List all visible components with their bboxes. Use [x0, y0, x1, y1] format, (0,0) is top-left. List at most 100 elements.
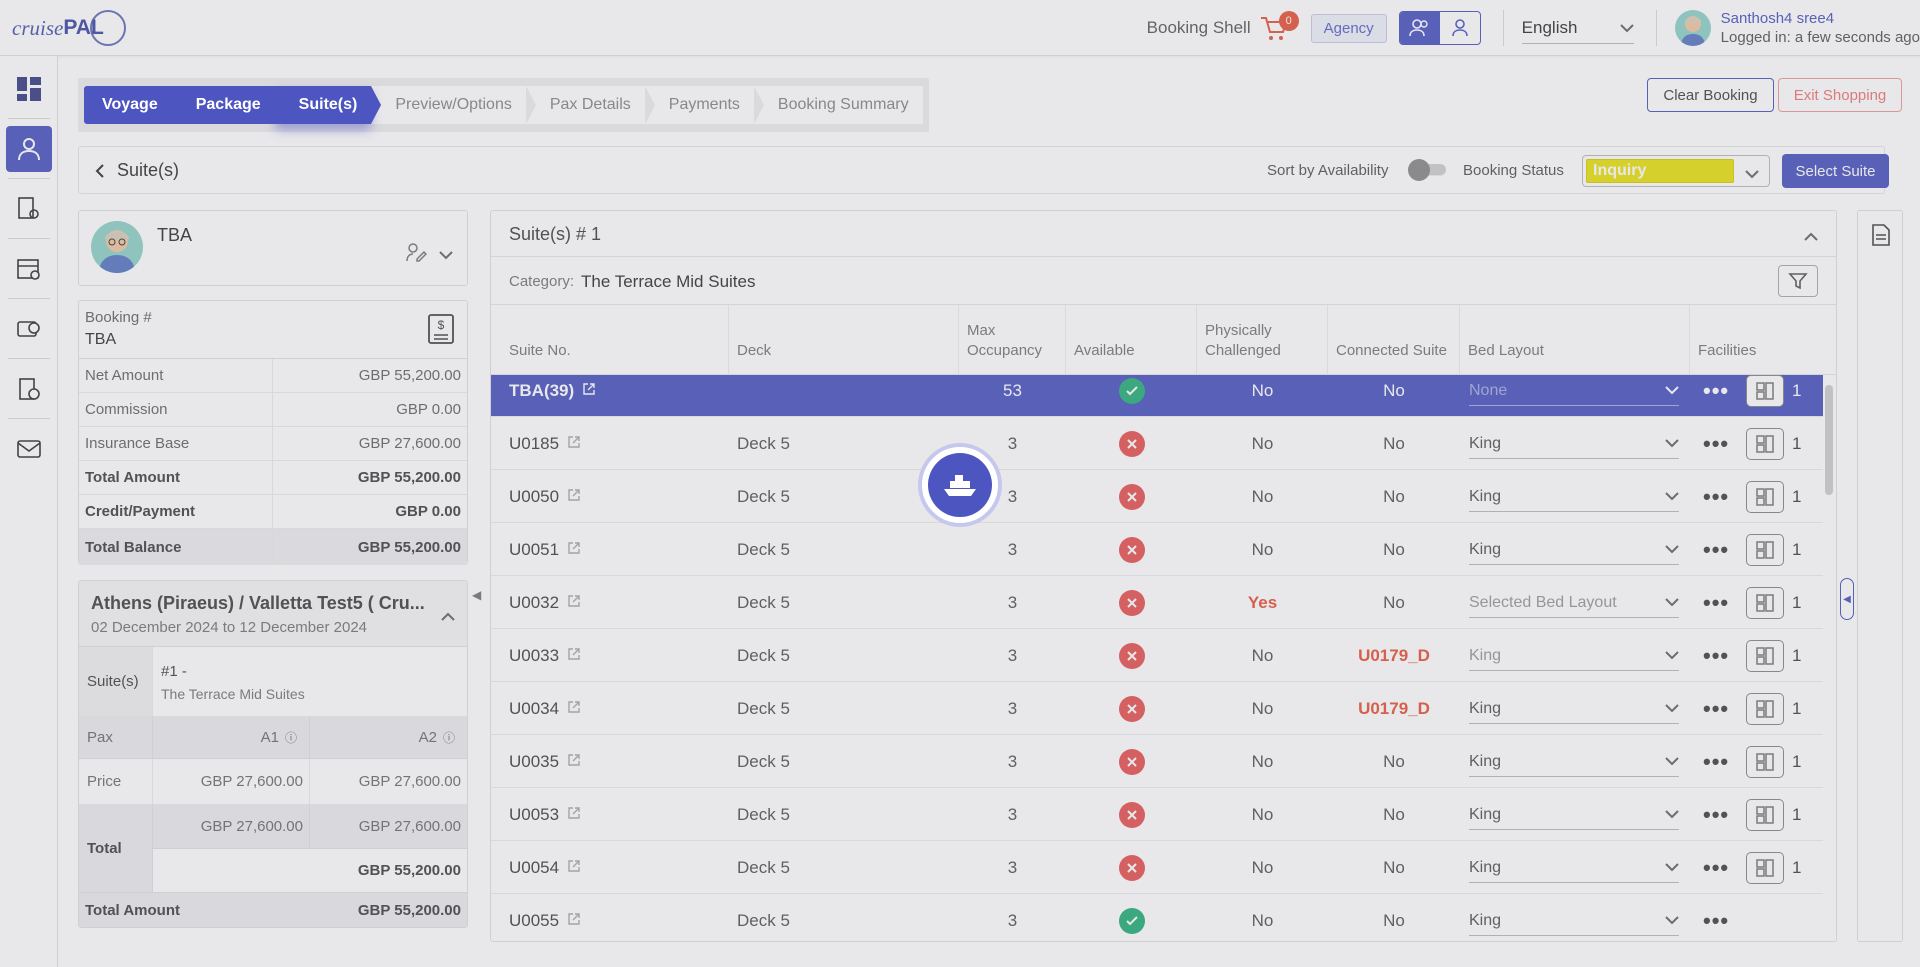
suite-number[interactable]: U0034: [509, 699, 559, 719]
col-bed-layout[interactable]: Bed Layout: [1460, 305, 1690, 375]
external-link-icon[interactable]: [567, 487, 581, 507]
more-options-icon[interactable]: •••: [1703, 735, 1729, 788]
document-search-icon[interactable]: [6, 186, 52, 232]
col-available[interactable]: Available: [1066, 305, 1197, 375]
back-chevron-icon[interactable]: [95, 163, 105, 183]
grid-icon[interactable]: [1746, 480, 1784, 513]
cruisepal-logo[interactable]: cruise PAL: [12, 10, 126, 46]
mail-icon[interactable]: [6, 426, 52, 472]
table-scrollbar[interactable]: [1824, 375, 1834, 935]
grid-icon[interactable]: [1746, 851, 1784, 884]
table-row[interactable]: U0050 Deck 5 3 No No King ••• 1: [491, 470, 1823, 523]
chevron-up-icon[interactable]: [441, 609, 455, 626]
more-options-icon[interactable]: •••: [1703, 523, 1729, 576]
table-row[interactable]: U0034 Deck 5 3 No U0179_D King ••• 1: [491, 682, 1823, 735]
facilities-button[interactable]: 1: [1746, 375, 1801, 417]
external-link-icon[interactable]: [567, 805, 581, 825]
more-options-icon[interactable]: •••: [1703, 894, 1729, 941]
facilities-button[interactable]: 1: [1746, 788, 1801, 841]
invoice-icon[interactable]: $: [427, 313, 455, 349]
external-link-icon[interactable]: [567, 434, 581, 454]
group-users-icon[interactable]: [1399, 12, 1440, 44]
info-icon[interactable]: ⓘ: [285, 729, 297, 746]
grid-icon[interactable]: [1746, 375, 1784, 407]
collapse-left-icon[interactable]: ◀: [472, 588, 481, 602]
payments-icon[interactable]: [6, 306, 52, 352]
suite-number[interactable]: U0055: [509, 911, 559, 931]
external-link-icon[interactable]: [567, 752, 581, 772]
grid-icon[interactable]: [1746, 427, 1784, 460]
col-suite-no[interactable]: Suite No.: [491, 305, 729, 375]
clipboard-clock-icon[interactable]: [6, 366, 52, 412]
table-row[interactable]: U0035 Deck 5 3 No No King ••• 1: [491, 735, 1823, 788]
user-avatar[interactable]: [1674, 10, 1711, 46]
external-link-icon[interactable]: [567, 593, 581, 613]
col-facilities[interactable]: Facilities: [1690, 305, 1820, 375]
table-row[interactable]: U0033 Deck 5 3 No U0179_D King ••• 1: [491, 629, 1823, 682]
step-package[interactable]: Package: [171, 86, 285, 124]
clear-booking-button[interactable]: Clear Booking: [1647, 78, 1774, 112]
bed-layout-select[interactable]: King: [1469, 747, 1679, 777]
table-row[interactable]: TBA(39) 53 No No None ••• 1: [491, 375, 1823, 417]
filter-icon[interactable]: [1778, 265, 1818, 297]
document-icon[interactable]: [1871, 223, 1891, 251]
facilities-button[interactable]: 1: [1746, 735, 1801, 788]
more-options-icon[interactable]: •••: [1703, 841, 1729, 894]
suite-number[interactable]: U0033: [509, 646, 559, 666]
table-row[interactable]: U0053 Deck 5 3 No No King ••• 1: [491, 788, 1823, 841]
more-options-icon[interactable]: •••: [1703, 682, 1729, 735]
col-max-occupancy[interactable]: Max Occupancy: [959, 305, 1066, 375]
calendar-icon[interactable]: [6, 246, 52, 292]
facilities-button[interactable]: 1: [1746, 841, 1801, 894]
more-options-icon[interactable]: •••: [1703, 576, 1729, 629]
table-row[interactable]: U0032 Deck 5 3 Yes No Selected Bed Layou…: [491, 576, 1823, 629]
more-options-icon[interactable]: •••: [1703, 629, 1729, 682]
external-link-icon[interactable]: [582, 381, 596, 401]
bed-layout-select[interactable]: None: [1469, 376, 1679, 406]
chevron-down-icon[interactable]: [439, 247, 453, 264]
external-link-icon[interactable]: [567, 858, 581, 878]
bed-layout-select[interactable]: Selected Bed Layout: [1469, 588, 1679, 618]
more-options-icon[interactable]: •••: [1703, 470, 1729, 523]
table-row[interactable]: U0185 Deck 5 3 No No King ••• 1: [491, 417, 1823, 470]
suite-number[interactable]: U0054: [509, 858, 559, 878]
cart-icon[interactable]: 0: [1259, 11, 1299, 43]
user-mode-toggle[interactable]: [1398, 11, 1481, 45]
select-suite-button[interactable]: Select Suite: [1782, 154, 1889, 188]
suite-number[interactable]: TBA(39): [509, 381, 574, 401]
facilities-button[interactable]: 1: [1746, 576, 1801, 629]
booking-shell-label[interactable]: Booking Shell: [1147, 18, 1251, 38]
facilities-button[interactable]: 1: [1746, 470, 1801, 523]
facilities-button[interactable]: 1: [1746, 629, 1801, 682]
step-pax-details[interactable]: Pax Details: [525, 86, 645, 124]
exit-shopping-button[interactable]: Exit Shopping: [1778, 78, 1902, 112]
suite-number[interactable]: U0053: [509, 805, 559, 825]
more-options-icon[interactable]: •••: [1703, 417, 1729, 470]
sort-availability-toggle[interactable]: [1408, 159, 1448, 181]
col-deck[interactable]: Deck: [729, 305, 959, 375]
user-name[interactable]: Santhosh4 sree4: [1721, 10, 1920, 27]
dashboard-icon[interactable]: [6, 66, 52, 112]
connected-suite-value[interactable]: U0179_D: [1328, 682, 1460, 735]
col-physically-challenged[interactable]: Physically Challenged: [1197, 305, 1328, 375]
external-link-icon[interactable]: [567, 699, 581, 719]
more-options-icon[interactable]: •••: [1703, 375, 1729, 417]
step-payments[interactable]: Payments: [644, 86, 754, 124]
bed-layout-select[interactable]: King: [1469, 641, 1679, 671]
table-row[interactable]: U0055 Deck 5 3 No No King •••: [491, 894, 1823, 941]
step-booking-summary[interactable]: Booking Summary: [753, 86, 923, 124]
grid-icon[interactable]: [1746, 692, 1784, 725]
step-voyage[interactable]: Voyage: [84, 86, 182, 124]
chevron-up-icon[interactable]: [1804, 229, 1818, 246]
suite-number[interactable]: U0032: [509, 593, 559, 613]
grid-icon[interactable]: [1746, 586, 1784, 619]
table-row[interactable]: U0054 Deck 5 3 No No King ••• 1: [491, 841, 1823, 894]
suite-number[interactable]: U0051: [509, 540, 559, 560]
info-icon[interactable]: ⓘ: [443, 729, 455, 746]
connected-suite-value[interactable]: U0179_D: [1328, 629, 1460, 682]
booking-status-select[interactable]: Inquiry: [1582, 155, 1770, 187]
edit-pax-icon[interactable]: [405, 241, 428, 267]
external-link-icon[interactable]: [567, 911, 581, 931]
suite-number[interactable]: U0035: [509, 752, 559, 772]
grid-icon[interactable]: [1746, 533, 1784, 566]
